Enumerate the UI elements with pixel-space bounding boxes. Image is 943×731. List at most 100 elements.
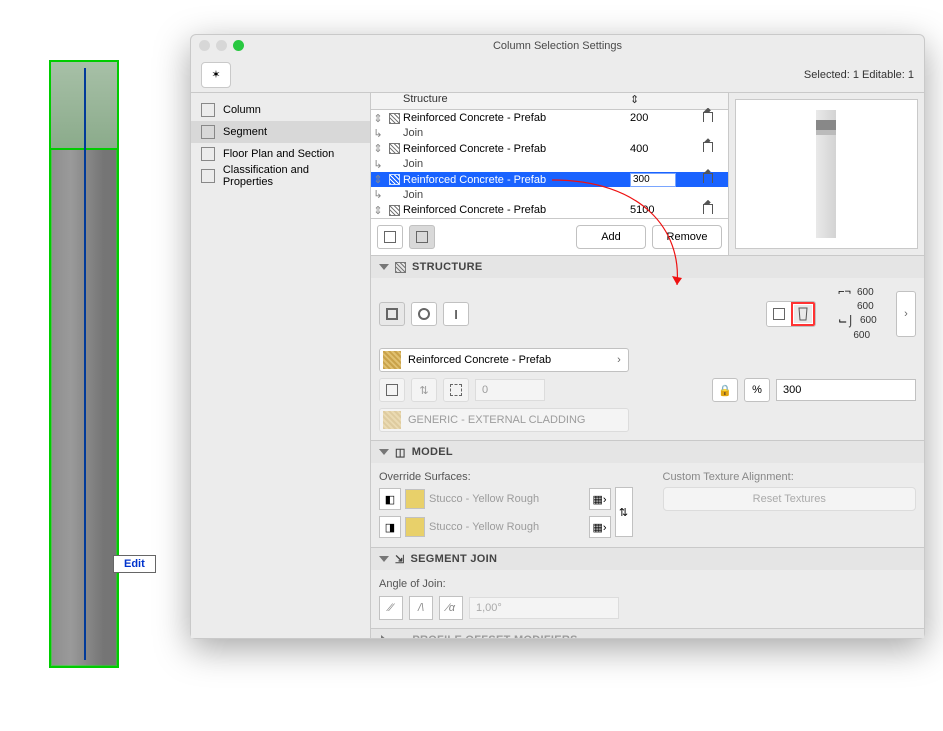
core-offset-button [379,378,405,402]
zoom-icon[interactable] [233,40,244,51]
cube-top-icon: ◧ [379,488,401,510]
topbar: ✶ Selected: 1 Editable: 1 [191,57,924,93]
segment-preview [735,99,918,249]
segment-row[interactable]: ⇕Reinforced Concrete - Prefab400 [371,141,728,156]
segment-list: Structure ⇕ ⇕Reinforced Concrete - Prefa… [371,93,729,255]
surface-row[interactable]: ◨ Stucco - Yellow Rough ▦› [379,515,611,539]
classification-icon [201,169,215,183]
home-icon [703,112,713,122]
join-style-2[interactable]: /\ [409,596,433,620]
section-model: ◫MODEL Override Surfaces: ◧ Stucco - Yel… [371,440,924,547]
sidebar-item-floorplan[interactable]: Floor Plan and Section [191,143,370,165]
join-row[interactable]: ↳Join [371,126,728,141]
taper-linear-button[interactable] [791,302,815,326]
hatch-icon [389,113,400,124]
add-button[interactable]: Add [576,225,646,249]
shape-circle-button[interactable] [411,302,437,326]
window-controls [199,40,244,51]
segment-row-selected[interactable]: ⇕Reinforced Concrete - Prefab [371,172,728,187]
col-structure: Structure [385,93,630,109]
remove-button[interactable]: Remove [652,225,722,249]
join-row[interactable]: ↳Join [371,187,728,202]
hatch-icon [389,143,400,154]
window-title: Column Selection Settings [493,40,622,52]
home-icon [703,142,713,152]
offset-icon: ⇔ [395,634,406,638]
titlebar: Column Selection Settings [191,35,924,57]
minimize-icon[interactable] [216,40,227,51]
sidebar-label: Floor Plan and Section [223,148,334,160]
section-header-model[interactable]: ◫MODEL [371,441,924,463]
core-ref-button [443,378,469,402]
dim-b: 600 [857,301,887,312]
sidebar-label: Column [223,104,261,116]
surface-swatch-icon [405,517,425,537]
material-swatch-icon [383,351,401,369]
chevron-down-icon [379,449,389,455]
sidebar-label: Classification and Properties [223,164,360,188]
percent-button[interactable]: % [744,378,770,402]
hatch-icon [389,174,400,185]
sidebar-item-classification[interactable]: Classification and Properties [191,165,370,187]
material-picker[interactable]: Reinforced Concrete - Prefab › [379,348,629,372]
surface-link-button[interactable]: ⇅ [615,487,633,537]
surface-more-button[interactable]: ▦› [589,516,611,538]
length-icon: ⇕ [630,94,639,106]
dim-bottom-icon: ⌙⌡ [838,314,854,327]
cladding-swatch-icon [383,411,401,429]
single-segment-mode[interactable] [377,225,403,249]
shape-profile-button[interactable]: I [443,302,469,326]
override-label: Override Surfaces: [379,471,633,483]
lock-button[interactable]: 🔒 [712,378,738,402]
home-icon [703,204,713,214]
join-row[interactable]: ↳Join [371,156,728,171]
section-header-structure[interactable]: STRUCTURE [371,256,924,278]
favorites-button[interactable]: ✶ [201,62,231,88]
core-link-button: ⇅ [411,378,437,402]
hatch-icon [389,205,400,216]
sidebar-item-segment[interactable]: Segment [191,121,370,143]
dim-c: 600 [860,315,890,326]
cube-icon: ◫ [395,446,406,459]
section-profile-offset: ⇔PROFILE OFFSET MODIFIERS [371,628,924,638]
preview-column [816,110,836,238]
hatch-icon [395,262,406,273]
shape-rect-button[interactable] [379,302,405,326]
selection-count: Selected: 1 Editable: 1 [804,69,914,81]
dim-top-icon: ⌐¬ [838,286,851,298]
chevron-down-icon [379,556,389,562]
segment-row[interactable]: ⇕Reinforced Concrete - Prefab5100 [371,203,728,218]
segment-length-input[interactable] [630,173,676,187]
section-join: ⇲SEGMENT JOIN Angle of Join: ⁄⁄ /\ ⁄α [371,547,924,628]
column-icon [201,103,215,117]
taper-value-input[interactable] [776,379,916,401]
cladding-picker: GENERIC - EXTERNAL CLADDING [379,408,629,432]
dims-expand-button[interactable]: › [896,291,916,337]
surface-swatch-icon [405,489,425,509]
join-icon: ⇲ [395,553,405,566]
chevron-right-icon [381,635,387,638]
sidebar-item-column[interactable]: Column [191,99,370,121]
section-header-join[interactable]: ⇲SEGMENT JOIN [371,548,924,570]
reset-textures-button: Reset Textures [663,487,917,511]
cube-side-icon: ◨ [379,516,401,538]
section-header-profile[interactable]: ⇔PROFILE OFFSET MODIFIERS [371,629,924,638]
dim-d: 600 [853,330,883,341]
sidebar: Column Segment Floor Plan and Section Cl… [191,93,371,638]
join-style-3[interactable]: ⁄α [439,596,463,620]
settings-dialog: Column Selection Settings ✶ Selected: 1 … [190,34,925,639]
segment-row[interactable]: ⇕Reinforced Concrete - Prefab200 [371,110,728,125]
core-offset-input [475,379,545,401]
surface-more-button[interactable]: ▦› [589,488,611,510]
edit-tag[interactable]: Edit [113,555,156,573]
dim-a: 600 [857,287,887,298]
taper-tabs [766,301,816,327]
segment-icon [201,125,215,139]
surface-row[interactable]: ◧ Stucco - Yellow Rough ▦› [379,487,611,511]
section-structure: STRUCTURE I [371,255,924,440]
viewport-3d: Edit [35,45,135,685]
multi-segment-mode[interactable] [409,225,435,249]
close-icon[interactable] [199,40,210,51]
taper-none-button[interactable] [767,302,791,326]
join-style-1[interactable]: ⁄⁄ [379,596,403,620]
